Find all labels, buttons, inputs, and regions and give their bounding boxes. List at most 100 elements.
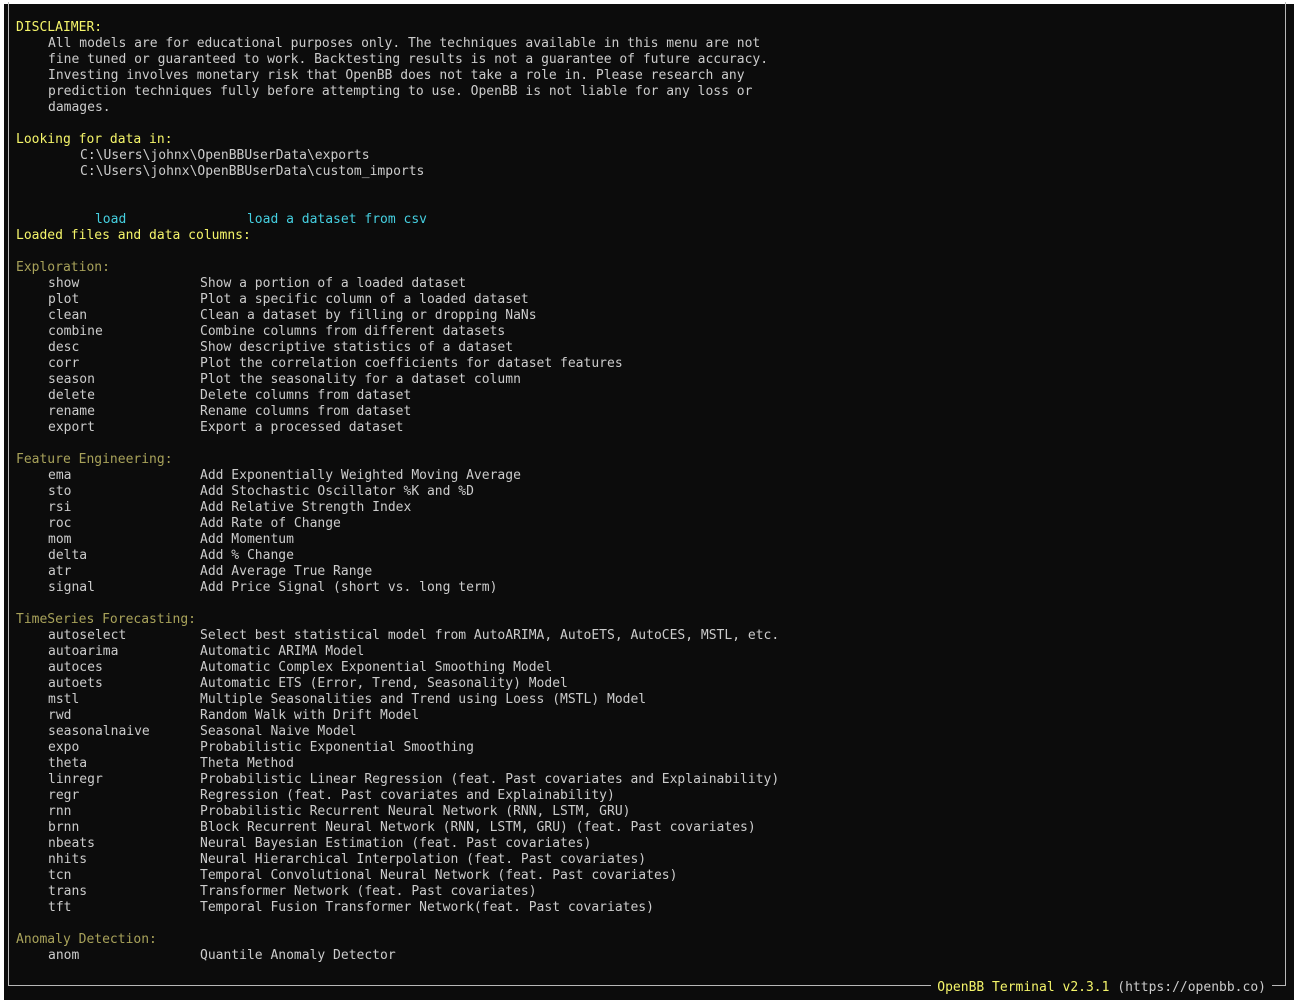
command-name[interactable]: anom (16, 948, 200, 964)
command-row[interactable]: rwd Random Walk with Drift Model (16, 708, 1274, 724)
command-desc: Seasonal Naive Model (200, 724, 357, 739)
command-name[interactable]: ema (16, 468, 200, 484)
command-row[interactable]: signal Add Price Signal (short vs. long t… (16, 580, 1274, 596)
command-desc: Automatic ARIMA Model (200, 644, 365, 659)
command-row[interactable]: roc Add Rate of Change (16, 516, 1274, 532)
command-row[interactable]: autoarima Automatic ARIMA Model (16, 644, 1274, 660)
command-name[interactable]: autoselect (16, 628, 200, 644)
command-desc: Add Momentum (200, 532, 294, 547)
command-name[interactable]: rwd (16, 708, 200, 724)
command-row[interactable]: mom Add Momentum (16, 532, 1274, 548)
command-name[interactable]: signal (16, 580, 200, 596)
load-command[interactable]: load (63, 212, 247, 228)
command-name[interactable]: autoarima (16, 644, 200, 660)
command-name[interactable]: plot (16, 292, 200, 308)
command-desc: Neural Hierarchical Interpolation (feat.… (200, 852, 647, 867)
command-row[interactable]: atr Add Average True Range (16, 564, 1274, 580)
command-name[interactable]: brnn (16, 820, 200, 836)
command-row[interactable]: autoets Automatic ETS (Error, Trend, Seas… (16, 676, 1274, 692)
command-name[interactable]: autoets (16, 676, 200, 692)
command-name[interactable]: corr (16, 356, 200, 372)
command-row[interactable]: rsi Add Relative Strength Index (16, 500, 1274, 516)
command-row[interactable]: nbeats Neural Bayesian Estimation (feat. … (16, 836, 1274, 852)
command-name[interactable]: rsi (16, 500, 200, 516)
command-name[interactable]: desc (16, 340, 200, 356)
command-name[interactable]: nbeats (16, 836, 200, 852)
command-desc: Add Rate of Change (200, 516, 341, 531)
command-name[interactable]: mom (16, 532, 200, 548)
command-row[interactable]: regr Regression (feat. Past covariates an… (16, 788, 1274, 804)
command-name[interactable]: season (16, 372, 200, 388)
command-row[interactable]: season Plot the seasonality for a dataset… (16, 372, 1274, 388)
command-row[interactable]: ema Add Exponentially Weighted Moving Ave… (16, 468, 1274, 484)
command-row[interactable]: delete Delete columns from dataset (16, 388, 1274, 404)
disclaimer-line: damages. (48, 100, 111, 115)
section-title: Anomaly Detection: (16, 932, 157, 947)
command-row[interactable]: combine Combine columns from different da… (16, 324, 1274, 340)
command-row[interactable]: theta Theta Method (16, 756, 1274, 772)
command-name[interactable]: regr (16, 788, 200, 804)
command-name[interactable]: tft (16, 900, 200, 916)
command-row[interactable]: rename Rename columns from dataset (16, 404, 1274, 420)
terminal-output: DISCLAIMER: All models are for education… (16, 20, 1274, 964)
command-row[interactable]: autoces Automatic Complex Exponential Smo… (16, 660, 1274, 676)
command-row[interactable]: brnn Block Recurrent Neural Network (RNN,… (16, 820, 1274, 836)
command-row[interactable]: clean Clean a dataset by filling or dropp… (16, 308, 1274, 324)
command-desc: Probabilistic Recurrent Neural Network (… (200, 804, 631, 819)
command-row[interactable]: show Show a portion of a loaded dataset (16, 276, 1274, 292)
command-row[interactable]: rnn Probabilistic Recurrent Neural Networ… (16, 804, 1274, 820)
command-desc: Add % Change (200, 548, 294, 563)
command-name[interactable]: trans (16, 884, 200, 900)
command-row[interactable]: autoselect Select best statistical model … (16, 628, 1274, 644)
terminal-footer: OpenBB Terminal v2.3.1 (https://openbb.c… (931, 980, 1272, 996)
load-command-row[interactable]: load load a dataset from csv (16, 196, 1274, 227)
command-name[interactable]: combine (16, 324, 200, 340)
command-row[interactable]: seasonalnaive Seasonal Naive Model (16, 724, 1274, 740)
command-name[interactable]: show (16, 276, 200, 292)
command-row[interactable]: sto Add Stochastic Oscillator %K and %D (16, 484, 1274, 500)
command-name[interactable]: seasonalnaive (16, 724, 200, 740)
command-name[interactable]: expo (16, 740, 200, 756)
command-name[interactable]: delete (16, 388, 200, 404)
command-desc: Multiple Seasonalities and Trend using L… (200, 692, 647, 707)
command-sections: Exploration: show Show a portion of a load… (16, 260, 1274, 964)
command-desc: Select best statistical model from AutoA… (200, 628, 780, 643)
command-row[interactable]: nhits Neural Hierarchical Interpolation (… (16, 852, 1274, 868)
command-desc: Add Average True Range (200, 564, 373, 579)
command-name[interactable]: rename (16, 404, 200, 420)
command-desc: Probabilistic Exponential Smoothing (200, 740, 474, 755)
command-row[interactable]: export Export a processed dataset (16, 420, 1274, 436)
command-name[interactable]: autoces (16, 660, 200, 676)
command-row[interactable]: corr Plot the correlation coefficients fo… (16, 356, 1274, 372)
command-name[interactable]: clean (16, 308, 200, 324)
command-desc: Add Relative Strength Index (200, 500, 412, 515)
section-title: Feature Engineering: (16, 452, 173, 467)
command-row[interactable]: tft Temporal Fusion Transformer Network(f… (16, 900, 1274, 916)
command-row[interactable]: expo Probabilistic Exponential Smoothing (16, 740, 1274, 756)
command-name[interactable]: delta (16, 548, 200, 564)
command-name[interactable]: theta (16, 756, 200, 772)
command-name[interactable]: mstl (16, 692, 200, 708)
command-name[interactable]: export (16, 420, 200, 436)
command-name[interactable]: rnn (16, 804, 200, 820)
command-name[interactable]: atr (16, 564, 200, 580)
command-row[interactable]: trans Transformer Network (feat. Past cov… (16, 884, 1274, 900)
command-row[interactable]: anom Quantile Anomaly Detector (16, 948, 1274, 964)
command-row[interactable]: desc Show descriptive statistics of a dat… (16, 340, 1274, 356)
command-name[interactable]: sto (16, 484, 200, 500)
command-row[interactable]: tcn Temporal Convolutional Neural Network… (16, 868, 1274, 884)
command-desc: Plot a specific column of a loaded datas… (200, 292, 529, 307)
footer-url[interactable]: (https://openbb.co) (1117, 980, 1266, 995)
command-name[interactable]: nhits (16, 852, 200, 868)
command-row[interactable]: linregr Probabilistic Linear Regression (… (16, 772, 1274, 788)
command-name[interactable]: linregr (16, 772, 200, 788)
command-row[interactable]: delta Add % Change (16, 548, 1274, 564)
command-row[interactable]: plot Plot a specific column of a loaded d… (16, 292, 1274, 308)
command-row[interactable]: mstl Multiple Seasonalities and Trend usi… (16, 692, 1274, 708)
command-name[interactable]: tcn (16, 868, 200, 884)
command-name[interactable]: roc (16, 516, 200, 532)
